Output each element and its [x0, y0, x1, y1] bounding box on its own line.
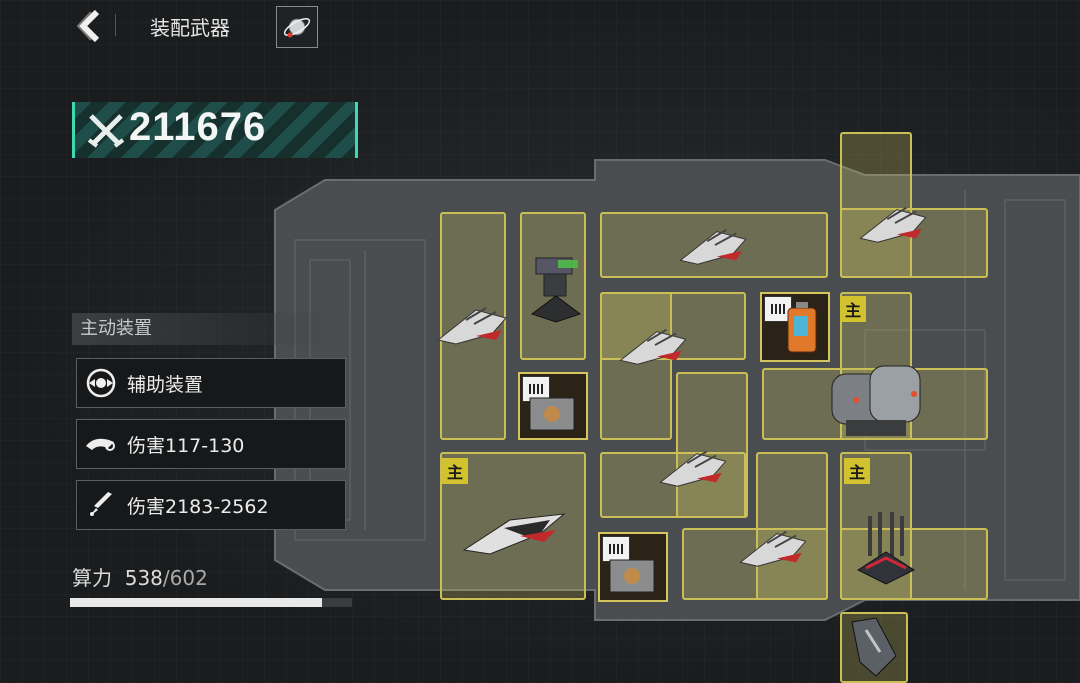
fighter-ship-icon [436, 307, 507, 345]
stat-label: 伤害117-130 [127, 434, 245, 457]
fuel-canister-icon [787, 302, 817, 353]
chip-module-icon [609, 559, 655, 593]
chip-module-icon [529, 397, 575, 431]
planet-icon [283, 18, 311, 38]
planet-button[interactable] [276, 6, 318, 48]
fighter-ship-icon [679, 228, 747, 265]
device-module-icon [851, 617, 897, 677]
fighter-ship-icon [619, 328, 687, 365]
main-badge: 主 [442, 458, 468, 484]
stat-label: 伤害2183-2562 [127, 495, 269, 518]
title-divider [115, 14, 116, 36]
compute-separator: / [162, 566, 170, 590]
main-badge: 主 [844, 458, 870, 484]
compute-progress-fill [70, 598, 323, 607]
active-device-header: 主动装置 [72, 313, 352, 345]
compute-progress-bar [70, 598, 352, 607]
fighter-ship-icon [859, 206, 927, 243]
top-bar: 装配武器 [0, 0, 1080, 50]
combat-power-value: 211676 [129, 105, 267, 149]
turret-icon [530, 257, 582, 323]
fighter-ship-icon [739, 530, 807, 567]
compute-used: 538 [124, 566, 163, 590]
stat-row-drone-damage[interactable]: 伤害117-130 [76, 419, 346, 469]
missile-tower-icon [856, 512, 916, 585]
compute-total: 602 [169, 566, 208, 590]
fighter-ship-icon [659, 450, 727, 487]
auxiliary-device-icon [83, 365, 119, 401]
bomber-ship-icon [462, 513, 566, 555]
reactor-module-icon [831, 365, 921, 436]
main-badge: 主 [840, 296, 866, 322]
chevron-left-icon [76, 9, 100, 43]
drone-icon [83, 426, 119, 462]
page-title: 装配武器 [150, 16, 230, 40]
stat-row-missile-damage[interactable]: 伤害2183-2562 [76, 480, 346, 530]
compute-power-label: 算力 538/602 [72, 562, 208, 591]
back-button[interactable] [70, 6, 110, 46]
combat-power-banner: 211676 [72, 102, 358, 158]
missile-icon [83, 487, 119, 523]
compute-title: 算力 [72, 566, 112, 590]
stat-label: 辅助装置 [127, 373, 204, 396]
crossed-swords-icon [87, 114, 125, 148]
stat-row-auxiliary[interactable]: 辅助装置 [76, 358, 346, 408]
